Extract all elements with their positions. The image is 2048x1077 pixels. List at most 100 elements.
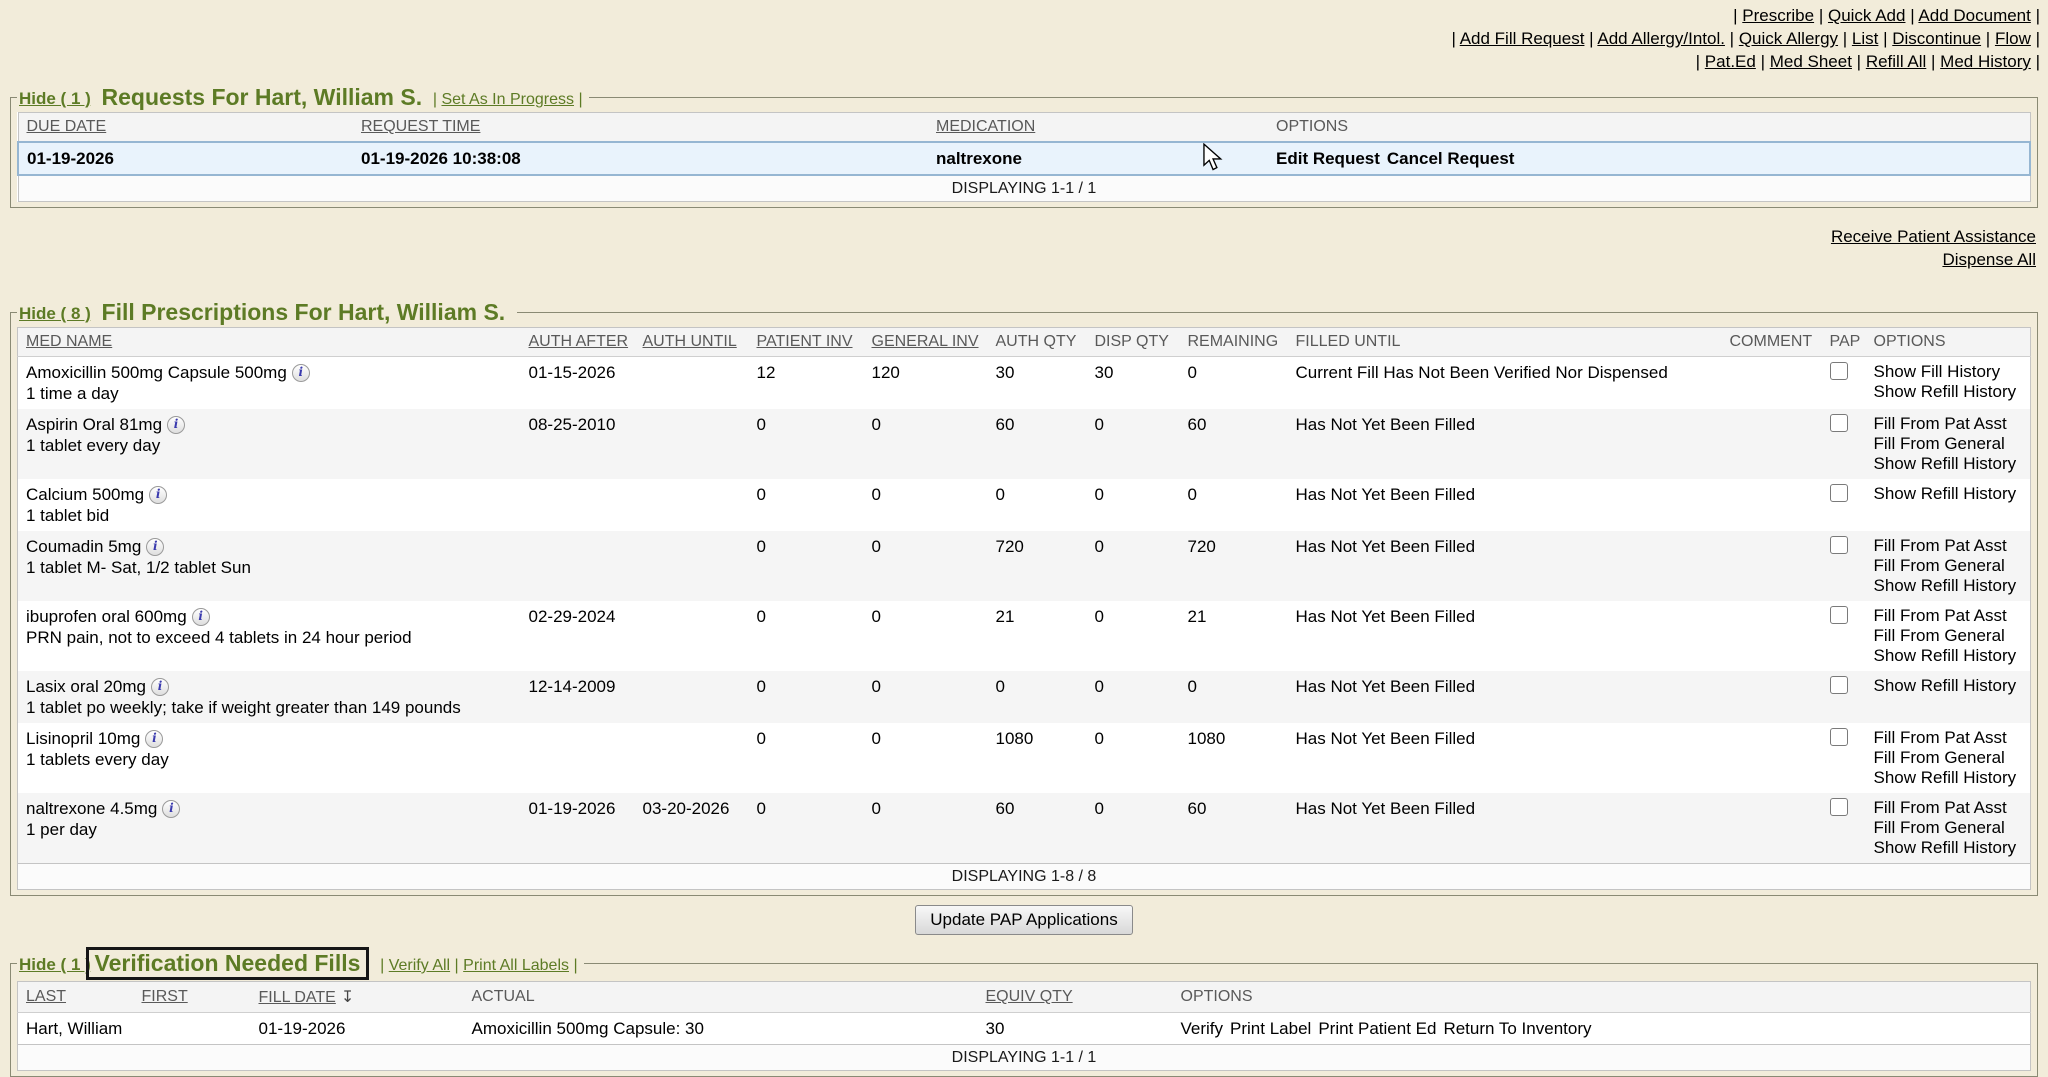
auth-after-cell [521, 723, 635, 793]
pap-checkbox[interactable] [1830, 798, 1848, 816]
option-link-show-refill-history[interactable]: Show Refill History [1874, 676, 2023, 696]
nav-link-flow[interactable]: Flow [1995, 29, 2031, 48]
option-link-fill-from-pat-asst[interactable]: Fill From Pat Asst [1874, 536, 2023, 556]
request-row[interactable]: 01-19-202601-19-2026 10:38:08naltrexoneE… [18, 142, 2030, 175]
option-link-fill-from-pat-asst[interactable]: Fill From Pat Asst [1874, 606, 2023, 626]
requests-hide-link[interactable]: Hide ( 1 ) [19, 89, 91, 108]
column-header-auth-after[interactable]: AUTH AFTER [521, 328, 635, 357]
option-link-show-refill-history[interactable]: Show Refill History [1874, 576, 2023, 596]
info-icon[interactable]: i [192, 608, 210, 626]
sort-link-auth-until[interactable]: AUTH UNTIL [643, 333, 737, 350]
column-header-equiv-qty[interactable]: EQUIV QTY [978, 982, 1173, 1013]
sort-link-general-inv[interactable]: GENERAL INV [872, 333, 979, 350]
sort-link-fill-date[interactable]: FILL DATE [259, 989, 336, 1006]
option-link-fill-from-general[interactable]: Fill From General [1874, 626, 2023, 646]
verification-hide-link[interactable]: Hide ( 1 ) [19, 955, 91, 974]
nav-link-med-sheet[interactable]: Med Sheet [1770, 52, 1852, 71]
set-as-in-progress-link[interactable]: Set As In Progress [441, 91, 574, 108]
column-header-general-inv[interactable]: GENERAL INV [864, 328, 988, 357]
option-link-fill-from-general[interactable]: Fill From General [1874, 556, 2023, 576]
nav-link-refill-all[interactable]: Refill All [1866, 52, 1926, 71]
nav-link-list[interactable]: List [1852, 29, 1878, 48]
column-header-request-time[interactable]: REQUEST TIME [353, 113, 928, 143]
med-name-text: Calcium 500mg [26, 485, 144, 504]
med-name-cell: naltrexone 4.5mgi1 per day [18, 793, 521, 864]
column-header-med-name[interactable]: MED NAME [18, 328, 521, 357]
pap-checkbox[interactable] [1830, 728, 1848, 746]
verification-option-return-to-inventory[interactable]: Return To Inventory [1443, 1019, 1591, 1038]
pap-checkbox[interactable] [1830, 536, 1848, 554]
pap-checkbox[interactable] [1830, 362, 1848, 380]
fill-hide-link[interactable]: Hide ( 8 ) [19, 304, 91, 323]
column-header-patient-inv[interactable]: PATIENT INV [749, 328, 864, 357]
option-link-show-refill-history[interactable]: Show Refill History [1874, 838, 2023, 858]
pap-checkbox[interactable] [1830, 606, 1848, 624]
sort-link-equiv-qty[interactable]: EQUIV QTY [986, 988, 1073, 1005]
nav-link-med-history[interactable]: Med History [1940, 52, 2031, 71]
verification-option-print-label[interactable]: Print Label [1230, 1019, 1311, 1038]
med-name-line: Aspirin Oral 81mgi [26, 414, 513, 435]
option-link-show-fill-history[interactable]: Show Fill History [1874, 362, 2023, 382]
info-icon[interactable]: i [162, 800, 180, 818]
dispense-all-link[interactable]: Dispense All [0, 248, 2036, 271]
auth-after-cell: 01-15-2026 [521, 357, 635, 410]
update-pap-applications-button[interactable]: Update PAP Applications [915, 905, 1132, 935]
sort-link-last[interactable]: LAST [26, 988, 66, 1005]
column-header-medication[interactable]: MEDICATION [928, 113, 1268, 143]
column-header-first[interactable]: FIRST [134, 982, 251, 1013]
nav-link-prescribe[interactable]: Prescribe [1742, 6, 1814, 25]
info-icon[interactable]: i [146, 538, 164, 556]
pap-checkbox[interactable] [1830, 676, 1848, 694]
info-icon[interactable]: i [167, 416, 185, 434]
sort-link-medication[interactable]: MEDICATION [936, 118, 1035, 135]
info-icon[interactable]: i [292, 364, 310, 382]
nav-link-add-allergy-intol[interactable]: Add Allergy/Intol. [1597, 29, 1725, 48]
option-link-fill-from-pat-asst[interactable]: Fill From Pat Asst [1874, 414, 2023, 434]
sort-link-request-time[interactable]: REQUEST TIME [361, 118, 480, 135]
option-link-fill-from-general[interactable]: Fill From General [1874, 434, 2023, 454]
nav-link-add-fill-request[interactable]: Add Fill Request [1460, 29, 1585, 48]
sort-link-auth-after[interactable]: AUTH AFTER [529, 333, 629, 350]
option-link-show-refill-history[interactable]: Show Refill History [1874, 382, 2023, 402]
sort-link-due-date[interactable]: DUE DATE [27, 118, 107, 135]
info-icon[interactable]: i [151, 678, 169, 696]
receive-patient-assistance-link[interactable]: Receive Patient Assistance [0, 225, 2036, 248]
print-all-labels-link[interactable]: Print All Labels [463, 957, 569, 974]
option-link-fill-from-general[interactable]: Fill From General [1874, 818, 2023, 838]
med-sig-text: 1 time a day [26, 383, 513, 404]
sort-link-patient-inv[interactable]: PATIENT INV [757, 333, 853, 350]
nav-link-add-document[interactable]: Add Document [1918, 6, 2030, 25]
option-link-fill-from-pat-asst[interactable]: Fill From Pat Asst [1874, 728, 2023, 748]
column-header-fill-date[interactable]: FILL DATE↧ [251, 982, 464, 1013]
option-link-show-refill-history[interactable]: Show Refill History [1874, 484, 2023, 504]
pap-checkbox[interactable] [1830, 414, 1848, 432]
column-header-due-date[interactable]: DUE DATE [18, 113, 353, 143]
option-link-fill-from-pat-asst[interactable]: Fill From Pat Asst [1874, 798, 2023, 818]
nav-link-discontinue[interactable]: Discontinue [1892, 29, 1981, 48]
option-link-show-refill-history[interactable]: Show Refill History [1874, 454, 2023, 474]
column-header-last[interactable]: LAST [18, 982, 134, 1013]
sort-link-med-name[interactable]: MED NAME [26, 333, 112, 350]
nav-link-pat-ed[interactable]: Pat.Ed [1705, 52, 1756, 71]
auth-qty-cell: 1080 [988, 723, 1087, 793]
pap-checkbox[interactable] [1830, 484, 1848, 502]
info-icon[interactable]: i [149, 486, 167, 504]
nav-link-quick-allergy[interactable]: Quick Allergy [1739, 29, 1838, 48]
sort-link-first[interactable]: FIRST [142, 988, 188, 1005]
verification-option-print-patient-ed[interactable]: Print Patient Ed [1318, 1019, 1436, 1038]
option-link-fill-from-general[interactable]: Fill From General [1874, 748, 2023, 768]
requests-title: Requests For Hart, William S. [102, 84, 423, 110]
info-icon[interactable]: i [145, 730, 163, 748]
quick-links-row-2: | Add Fill Request | Add Allergy/Intol. … [1452, 27, 2041, 50]
option-link-show-refill-history[interactable]: Show Refill History [1874, 646, 2023, 666]
column-header-remaining: REMAINING [1180, 328, 1288, 357]
med-name-text: ibuprofen oral 600mg [26, 607, 187, 626]
nav-link-quick-add[interactable]: Quick Add [1828, 6, 1906, 25]
med-name-cell: Lasix oral 20mgi1 tablet po weekly; take… [18, 671, 521, 723]
verify-all-link[interactable]: Verify All [389, 957, 450, 974]
option-link-show-refill-history[interactable]: Show Refill History [1874, 768, 2023, 788]
column-header-auth-until[interactable]: AUTH UNTIL [635, 328, 749, 357]
request-option-cancel-request[interactable]: Cancel Request [1387, 149, 1515, 168]
request-option-edit-request[interactable]: Edit Request [1276, 149, 1380, 168]
verification-option-verify[interactable]: Verify [1181, 1019, 1224, 1038]
